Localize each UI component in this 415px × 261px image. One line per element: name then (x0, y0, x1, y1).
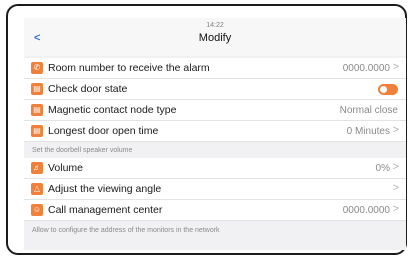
chevron-right-icon: > (392, 203, 399, 215)
setting-label: Magnetic contact node type (48, 104, 177, 116)
setting-row-contact-type[interactable]: ▤ Magnetic contact node type Normal clos… (24, 100, 406, 121)
person-icon: ☺ (31, 204, 43, 216)
setting-value: 0000.0000 (342, 205, 390, 216)
setting-value: Normal close (339, 105, 398, 116)
section-header-monitors: Allow to configure the address of the mo… (32, 227, 220, 234)
chevron-right-icon: > (392, 182, 399, 194)
speaker-icon: ♬ (31, 162, 43, 174)
chevron-right-icon: > (392, 124, 399, 136)
setting-label: Check door state (48, 83, 128, 95)
setting-label: Longest door open time (48, 125, 159, 137)
setting-label: Call management center (48, 204, 163, 216)
section-header-volume: Set the doorbell speaker volume (32, 147, 133, 154)
door-state-toggle[interactable] (378, 84, 398, 95)
setting-value: 0% (375, 163, 390, 174)
setting-row-volume[interactable]: ♬ Volume 0% > (24, 158, 406, 179)
door-icon: ▤ (31, 125, 43, 137)
phone-icon: ✆ (31, 62, 43, 74)
setting-value: 0000.0000 (342, 63, 390, 74)
setting-label: Room number to receive the alarm (48, 62, 210, 74)
setting-row-door-state[interactable]: ▤ Check door state (24, 79, 406, 100)
setting-row-door-open-time[interactable]: ▤ Longest door open time 0 Minutes > (24, 121, 406, 142)
triangle-icon: △ (31, 183, 43, 195)
setting-value: 0 Minutes (346, 126, 390, 137)
status-clock: 14:22 (206, 22, 224, 29)
nav-bar: < 14:22 Modify (24, 18, 406, 56)
device-frame: < 14:22 Modify ✆ Room number to receive … (6, 4, 407, 255)
setting-label: Volume (48, 162, 84, 174)
page-title: Modify (198, 32, 232, 44)
door-icon: ▤ (31, 104, 43, 116)
setting-row-alarm-room[interactable]: ✆ Room number to receive the alarm 0000.… (24, 58, 406, 79)
setting-row-management-center[interactable]: ☺ Call management center 0000.0000 > (24, 200, 406, 221)
settings-screen: < 14:22 Modify ✆ Room number to receive … (24, 18, 406, 250)
toggle-knob (380, 86, 387, 93)
door-icon: ▤ (31, 83, 43, 95)
chevron-right-icon: > (392, 161, 399, 173)
setting-label: Adjust the viewing angle (48, 183, 162, 195)
setting-row-viewing-angle[interactable]: △ Adjust the viewing angle > (24, 179, 406, 200)
chevron-right-icon: > (392, 61, 399, 73)
